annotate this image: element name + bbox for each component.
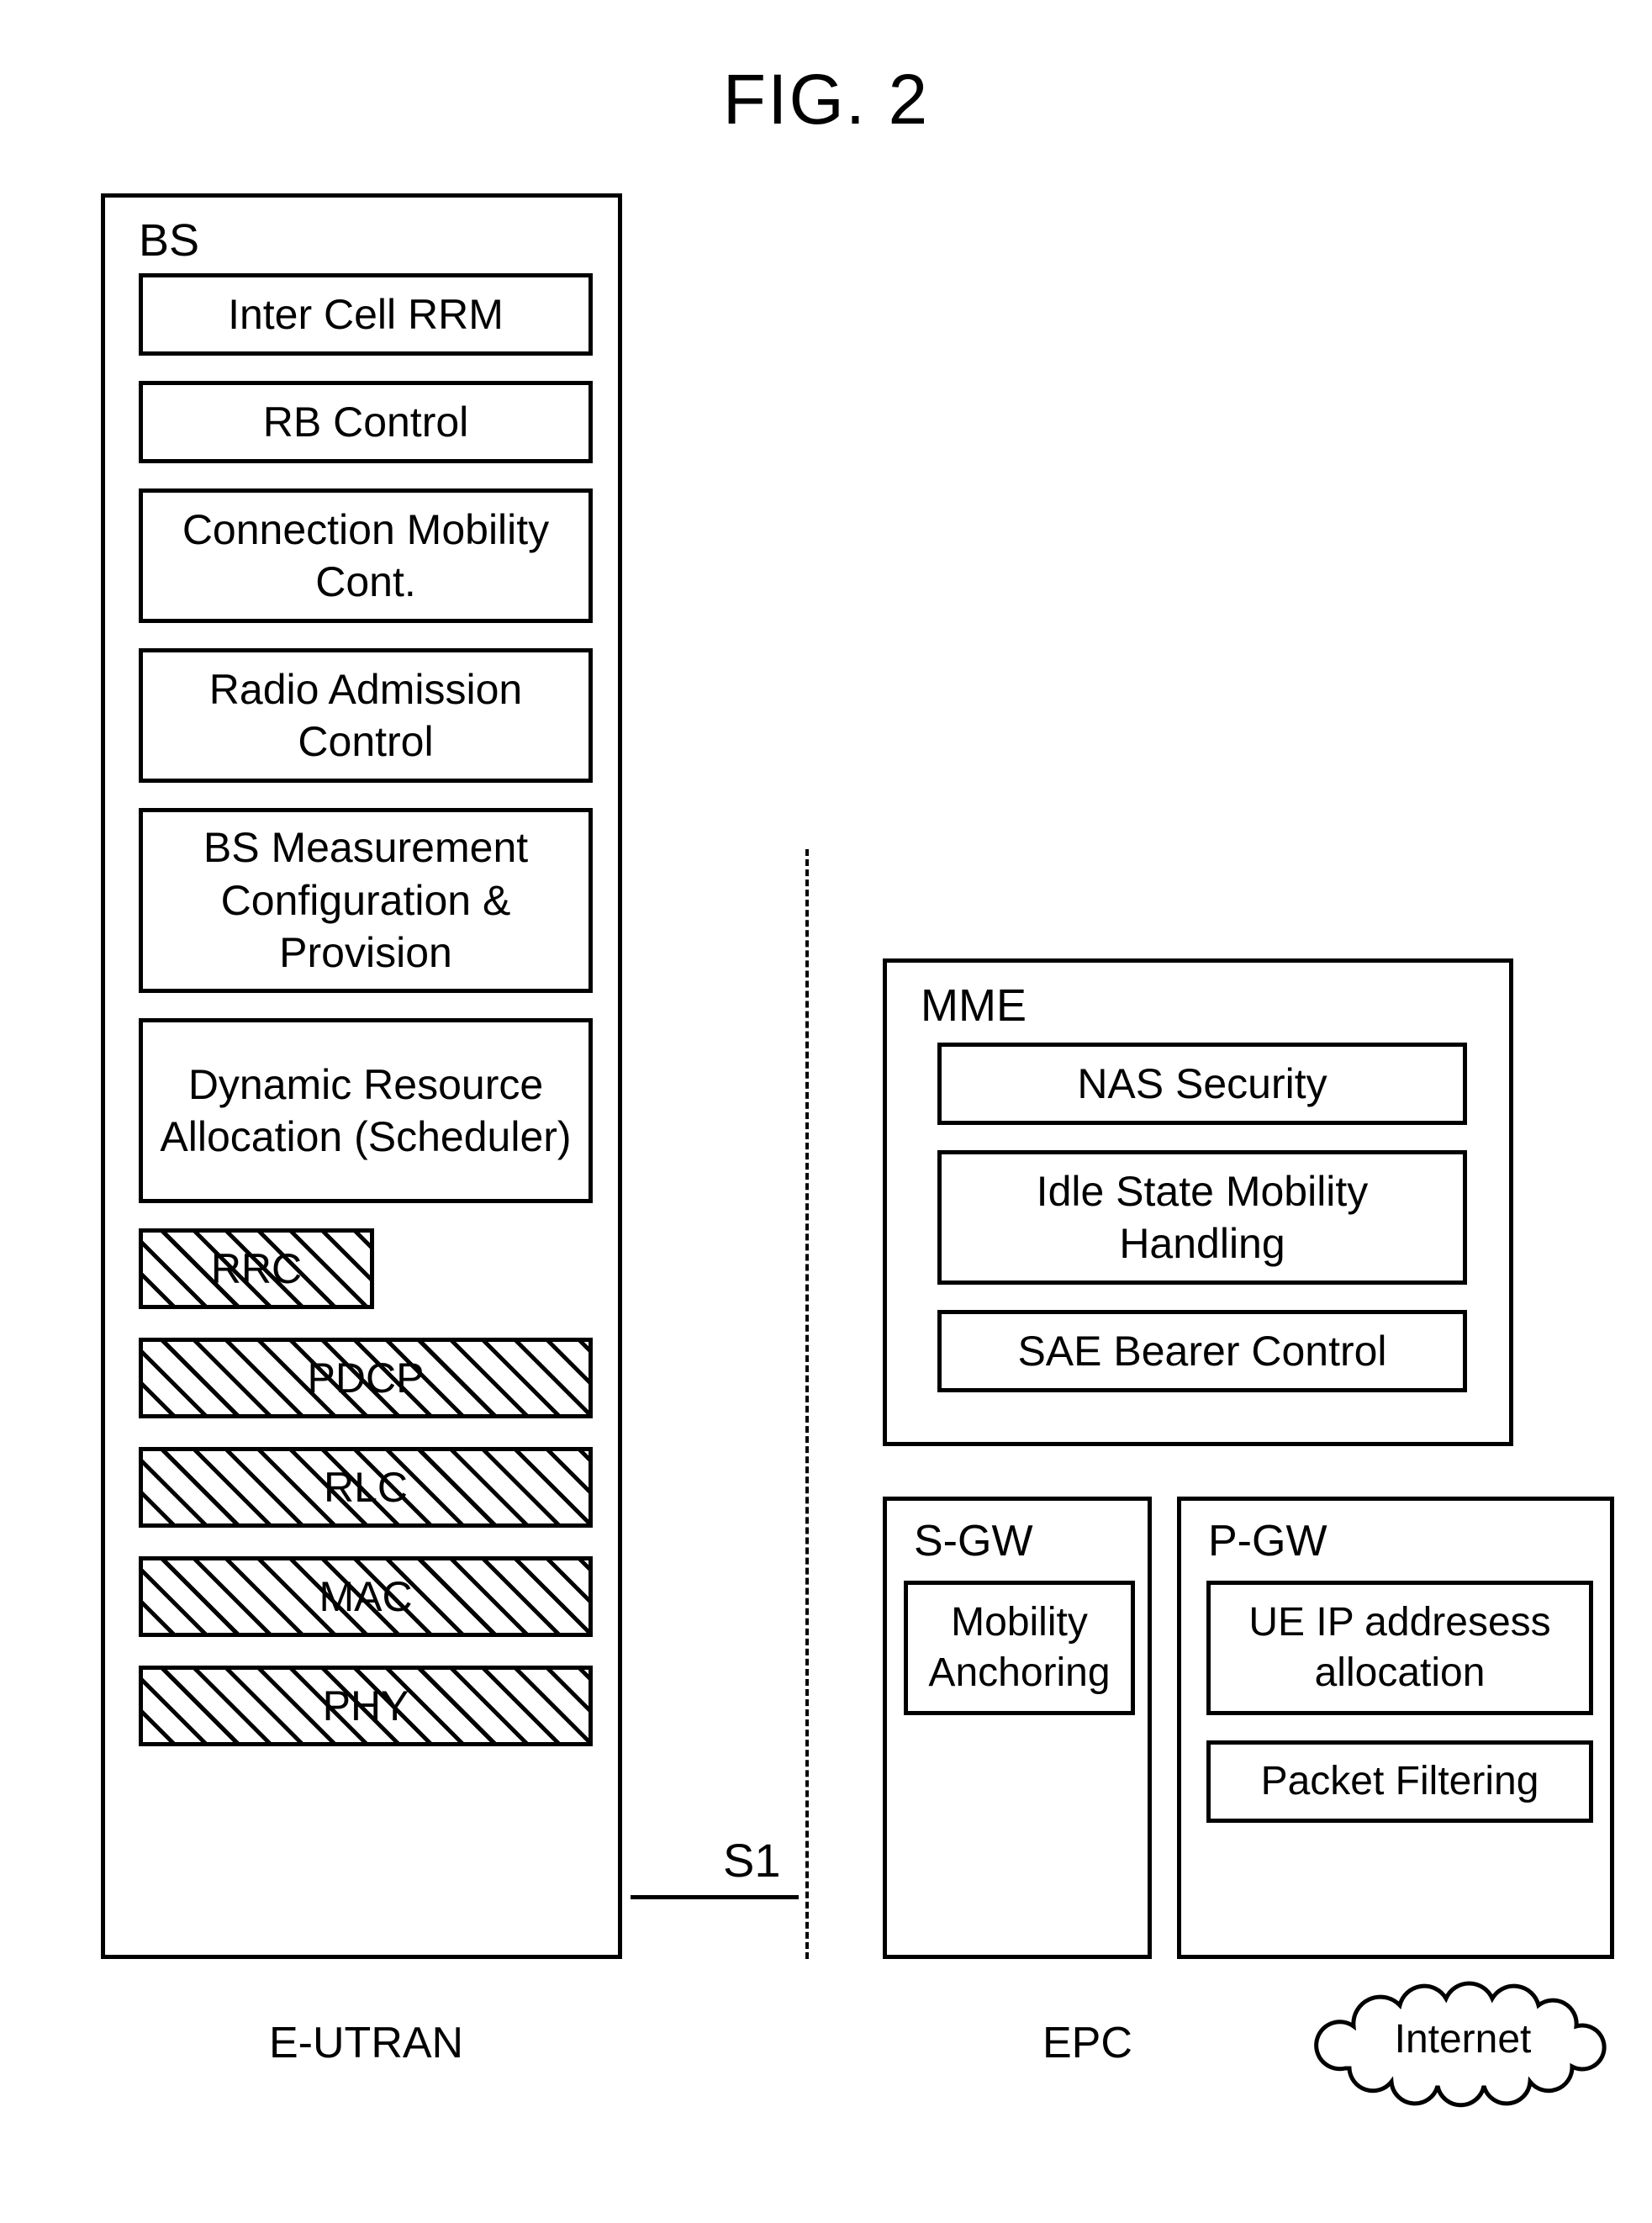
mme-item-idle-state-mobility: Idle State Mobility Handling (937, 1150, 1467, 1285)
bs-layer-mac: MAC (139, 1556, 593, 1637)
bs-item-rb-control: RB Control (139, 381, 593, 463)
s1-underline (631, 1895, 799, 1899)
domain-divider (805, 849, 809, 1959)
bs-label: BS (139, 214, 199, 267)
bs-layer-mac-label: MAC (314, 1572, 417, 1621)
figure-title: FIG. 2 (0, 59, 1652, 140)
bs-frame: BS Inter Cell RRM RB Control Connection … (101, 193, 622, 1959)
sgw-frame: S-GW Mobility Anchoring (883, 1497, 1152, 1959)
mme-frame: MME NAS Security Idle State Mobility Han… (883, 958, 1513, 1446)
mme-item-nas-security: NAS Security (937, 1043, 1467, 1125)
bs-items: Inter Cell RRM RB Control Connection Mob… (139, 273, 593, 1775)
pgw-item-ue-ip-alloc: UE IP addresess allocation (1206, 1581, 1593, 1715)
bs-layer-phy: PHY (139, 1666, 593, 1746)
bs-layer-phy-label: PHY (318, 1682, 414, 1730)
sgw-label: S-GW (914, 1516, 1033, 1566)
bs-layer-pdcp: PDCP (139, 1338, 593, 1418)
bs-item-inter-cell-rrm: Inter Cell RRM (139, 273, 593, 356)
internet-cloud: Internet (1312, 1967, 1614, 2110)
pgw-frame: P-GW UE IP addresess allocation Packet F… (1177, 1497, 1614, 1959)
s1-interface-label: S1 (723, 1833, 781, 1888)
bs-item-connection-mobility: Connection Mobility Cont. (139, 488, 593, 623)
pgw-item-packet-filtering: Packet Filtering (1206, 1740, 1593, 1823)
mme-items: NAS Security Idle State Mobility Handlin… (937, 1043, 1467, 1418)
sgw-items: Mobility Anchoring (904, 1581, 1135, 1740)
bs-layer-rrc-label: RRC (206, 1244, 307, 1293)
bs-item-measurement-config: BS Measurement Configuration & Provision (139, 808, 593, 993)
bs-layer-rrc: RRC (139, 1228, 374, 1309)
sgw-item-mobility-anchoring: Mobility Anchoring (904, 1581, 1135, 1715)
mme-item-sae-bearer: SAE Bearer Control (937, 1310, 1467, 1392)
bs-layer-pdcp-label: PDCP (303, 1354, 430, 1402)
internet-label: Internet (1312, 1967, 1614, 2110)
bs-layer-rlc-label: RLC (319, 1463, 413, 1512)
bs-item-radio-admission: Radio Admission Control (139, 648, 593, 783)
bs-item-dynamic-resource: Dynamic Resource Allocation (Scheduler) (139, 1018, 593, 1203)
pgw-label: P-GW (1208, 1516, 1327, 1566)
architecture-diagram: BS Inter Cell RRM RB Control Connection … (101, 193, 1564, 2127)
bs-layer-rlc: RLC (139, 1447, 593, 1528)
mme-label: MME (921, 979, 1027, 1032)
eutran-label: E-UTRAN (269, 2018, 463, 2068)
pgw-items: UE IP addresess allocation Packet Filter… (1206, 1581, 1593, 1848)
epc-label: EPC (1042, 2018, 1132, 2068)
